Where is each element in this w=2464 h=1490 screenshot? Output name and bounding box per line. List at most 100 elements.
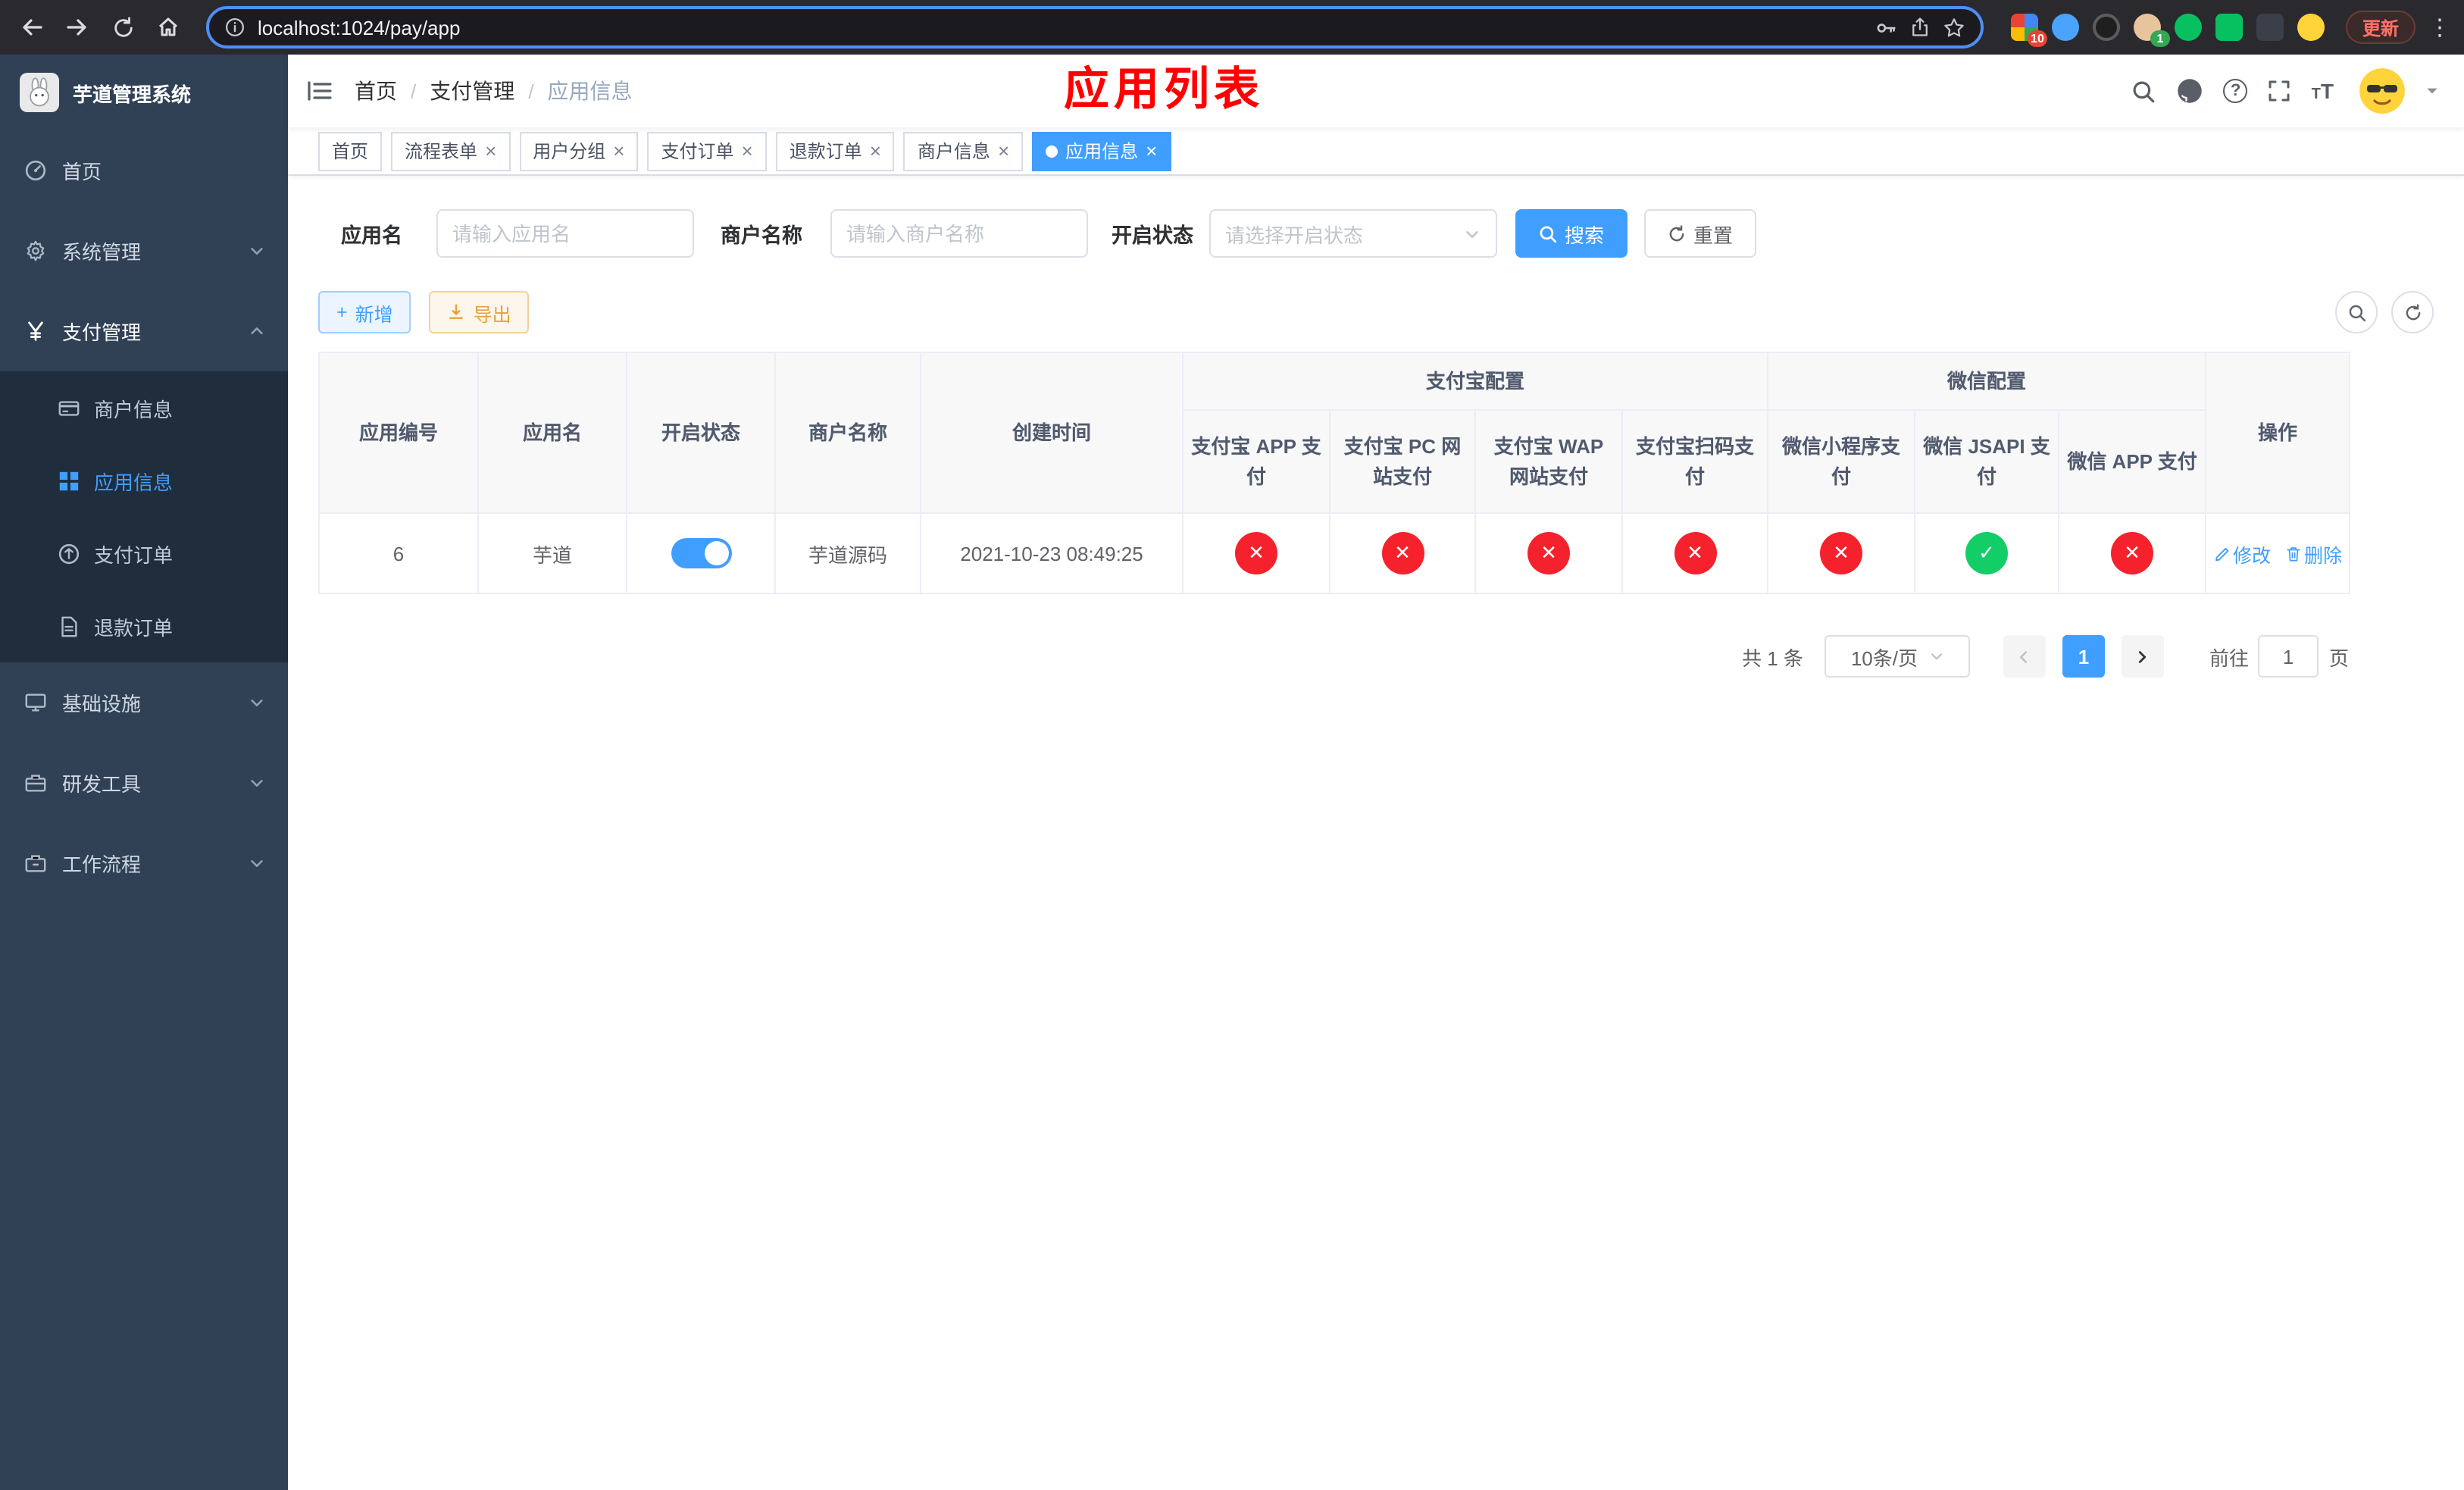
browser-back-icon[interactable] — [12, 8, 52, 47]
tag-process-form[interactable]: 流程表单 × — [391, 131, 511, 171]
tag-app-info[interactable]: 应用信息 × — [1032, 131, 1171, 171]
tag-pay-order[interactable]: 支付订单 × — [647, 131, 767, 171]
close-icon[interactable]: × — [485, 141, 496, 161]
sidebar-item-label: 支付管理 — [62, 321, 142, 344]
status-toggle[interactable] — [671, 538, 731, 568]
sidebar-item-system[interactable]: 系统管理 — [0, 211, 288, 291]
sidebar-item-label: 商户信息 — [94, 398, 174, 421]
user-avatar[interactable] — [2359, 68, 2405, 114]
fullscreen-icon[interactable] — [2268, 79, 2292, 103]
sidebar-item-dev-tools[interactable]: 研发工具 — [0, 743, 288, 823]
payment-submenu: 商户信息 应用信息 支付订单 退款订单 — [0, 371, 288, 662]
app-logo[interactable]: 芋道管理系统 — [0, 55, 288, 130]
status-select[interactable]: 请选择开启状态 — [1209, 209, 1496, 258]
col-app-name: 应用名 — [477, 352, 627, 514]
font-size-icon[interactable]: TT — [2312, 79, 2334, 103]
sidebar-item-payment[interactable]: 支付管理 — [0, 291, 288, 371]
extension-green-square-icon[interactable] — [2215, 14, 2243, 41]
app-table: 应用编号 应用名 开启状态 商户名称 创建时间 支付宝配置 微信配置 操作 支付… — [318, 352, 2351, 594]
download-icon — [449, 304, 464, 319]
browser-menu-icon[interactable]: ⋮ — [2428, 14, 2452, 41]
sidebar-item-pay-order[interactable]: 支付订单 — [0, 517, 288, 590]
tag-merchant-info[interactable]: 商户信息 × — [903, 131, 1024, 171]
goto-label: 前往 — [2209, 646, 2249, 669]
grid-icon — [56, 469, 80, 492]
current-page[interactable]: 1 — [2062, 635, 2105, 678]
tag-refund-order[interactable]: 退款订单 × — [775, 131, 895, 171]
active-dot — [1046, 145, 1058, 157]
url-bar[interactable]: localhost:1024/pay/app — [206, 6, 1984, 49]
export-button[interactable]: 导出 — [429, 291, 530, 333]
browser-home-icon[interactable] — [149, 8, 188, 47]
extension-dark-icon[interactable] — [2092, 14, 2120, 41]
page-size-select[interactable]: 10条/页 — [1824, 635, 1970, 678]
add-button-label: 新增 — [355, 304, 393, 325]
extension-avatar-icon[interactable]: 1 — [2133, 14, 2170, 47]
search-form: 应用名 商户名称 开启状态 请选择开启状态 搜索 重置 — [341, 209, 2434, 258]
extension-blue-icon[interactable] — [2051, 14, 2079, 41]
extension-puzzle-icon[interactable] — [2256, 14, 2284, 41]
prev-page-button[interactable] — [2003, 635, 2046, 678]
help-icon[interactable]: ? — [2223, 79, 2248, 103]
password-key-icon[interactable] — [1875, 16, 1897, 39]
sidebar-item-refund-order[interactable]: 退款订单 — [0, 590, 288, 662]
search-button[interactable]: 搜索 — [1515, 209, 1628, 258]
tag-home[interactable]: 首页 — [318, 131, 383, 171]
chevron-up-icon — [249, 323, 265, 340]
github-icon[interactable] — [2177, 77, 2204, 105]
sidebar: 芋道管理系统 首页 系统管理 支付管理 商户信息 应用信息 支付订单 退款订单 … — [0, 55, 288, 1490]
browser-reload-icon[interactable] — [103, 8, 142, 47]
merchant-name-input[interactable] — [830, 209, 1087, 258]
sidebar-item-merchant-info[interactable]: 商户信息 — [0, 371, 288, 444]
navbar-actions: ? TT — [2131, 68, 2440, 114]
gear-icon — [23, 239, 48, 262]
merchant-name-label: 商户名称 — [721, 224, 802, 247]
bookmark-star-icon[interactable] — [1943, 16, 1965, 39]
extension-grid-icon[interactable]: 10 — [2010, 14, 2047, 47]
sidebar-item-workflow[interactable]: 工作流程 — [0, 823, 288, 903]
sidebar-item-home[interactable]: 首页 — [0, 130, 288, 211]
close-icon[interactable]: × — [998, 141, 1009, 161]
goto-page-input[interactable] — [2257, 635, 2319, 678]
edit-link[interactable]: 修改 — [2213, 539, 2271, 568]
app-name-label: 应用名 — [341, 224, 402, 247]
caret-down-icon[interactable] — [2425, 83, 2440, 99]
close-icon[interactable]: × — [613, 141, 624, 161]
close-icon[interactable]: × — [870, 141, 881, 161]
reset-button[interactable]: 重置 — [1643, 209, 1756, 258]
close-icon[interactable]: × — [1146, 141, 1157, 161]
share-icon[interactable] — [1909, 17, 1931, 38]
search-icon — [2348, 304, 2365, 321]
next-page-button[interactable] — [2121, 635, 2164, 678]
col-app-id: 应用编号 — [318, 352, 479, 514]
pagination-total: 共 1 条 — [1742, 646, 1803, 669]
sidebar-item-app-info[interactable]: 应用信息 — [0, 444, 288, 517]
browser-forward-icon[interactable] — [58, 8, 97, 47]
extension-green-circle-icon[interactable] — [2174, 14, 2202, 41]
tag-user-group[interactable]: 用户分组 × — [519, 131, 639, 171]
top-navbar: 首页 / 支付管理 / 应用信息 应用列表 ? TT — [288, 55, 2464, 127]
site-info-icon[interactable] — [224, 17, 245, 38]
browser-update-button[interactable]: 更新 — [2345, 11, 2416, 44]
url-text[interactable]: localhost:1024/pay/app — [258, 16, 1862, 39]
col-created-at: 创建时间 — [920, 352, 1184, 514]
sidebar-toggle-icon[interactable] — [306, 77, 333, 105]
extension-emoji-icon[interactable] — [2297, 14, 2325, 41]
search-icon[interactable] — [2131, 78, 2157, 104]
refresh-icon — [2405, 303, 2420, 320]
group-wechat-config: 微信配置 — [1767, 352, 2207, 411]
add-button[interactable]: + 新增 — [318, 291, 411, 333]
chevron-down-icon — [1465, 230, 1477, 237]
sidebar-item-infrastructure[interactable]: 基础设施 — [0, 662, 288, 743]
export-button-label: 导出 — [473, 304, 511, 325]
close-icon[interactable]: × — [742, 141, 753, 161]
cell-app-id: 6 — [318, 512, 479, 594]
delete-link[interactable]: 删除 — [2284, 539, 2342, 568]
breadcrumb-separator: / — [528, 80, 534, 102]
breadcrumb-home[interactable]: 首页 — [355, 76, 397, 106]
app-name-input[interactable] — [436, 209, 693, 258]
breadcrumb-section[interactable]: 支付管理 — [430, 76, 514, 106]
wechat-app-status-icon: ✕ — [2111, 532, 2154, 574]
toggle-search-button[interactable] — [2335, 291, 2378, 333]
refresh-table-button[interactable] — [2391, 291, 2434, 333]
